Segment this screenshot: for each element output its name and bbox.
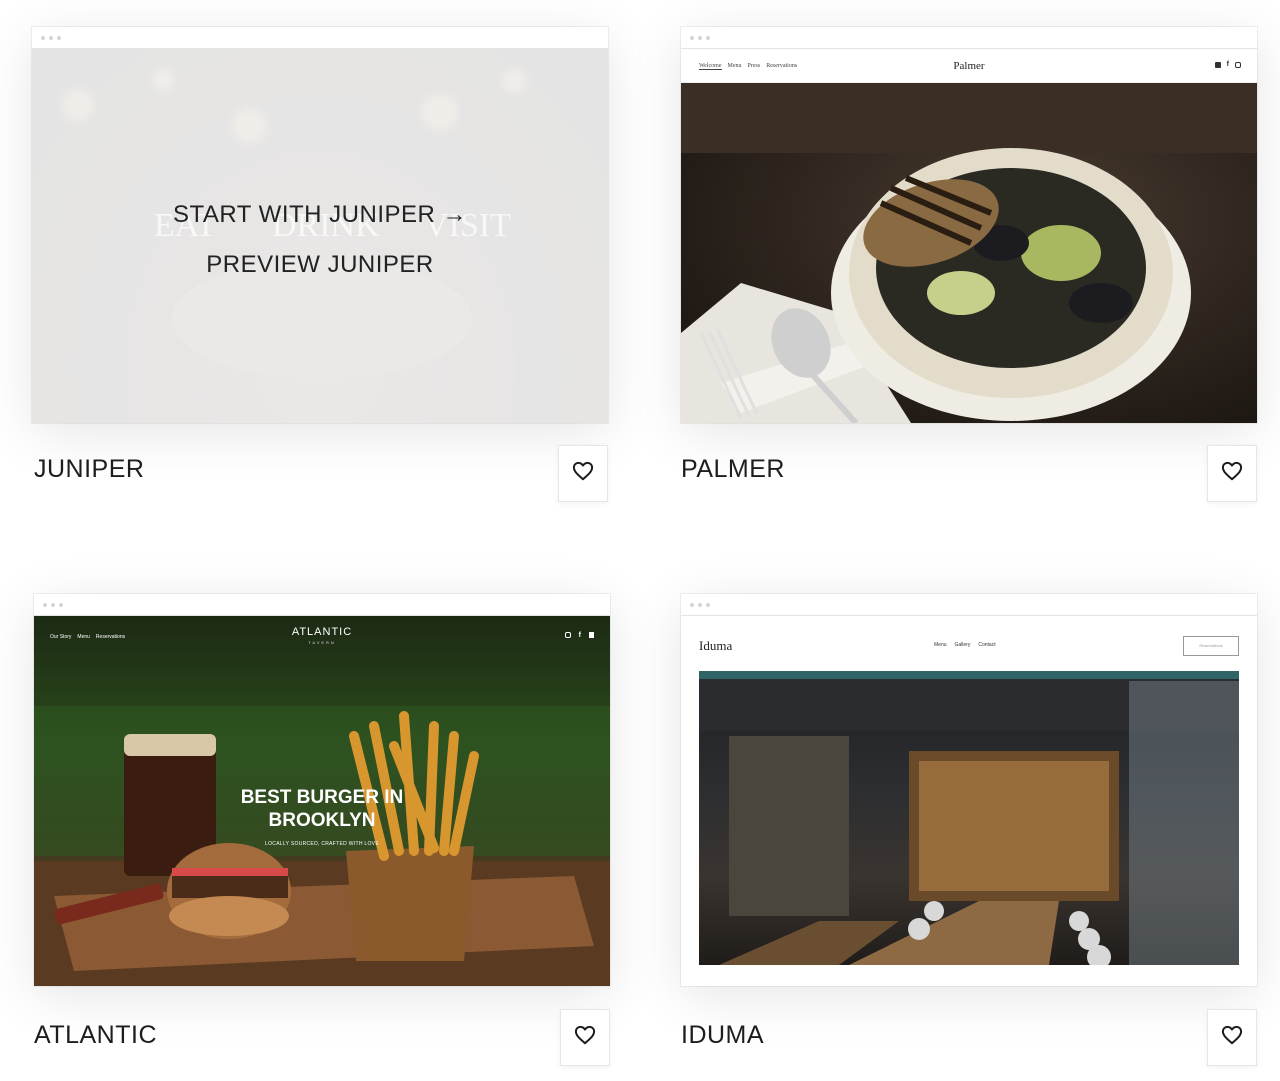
template-screenshot: Iduma Menu Gallery Contact Reservations [681,616,1257,986]
template-screenshot: Our Story Menu Reservations ATLANTIC TAV… [34,616,610,986]
template-name: JUNIPER [34,455,145,483]
browser-chrome [681,27,1257,49]
heart-icon [574,1025,596,1050]
window-dot [57,35,61,40]
preview-template-link[interactable]: PREVIEW JUNIPER [32,251,608,279]
site-nav-item: Gallery [954,642,971,648]
start-with-template-link[interactable]: START WITH JUNIPER → [32,201,608,229]
heart-icon [1221,461,1243,486]
template-screenshot: Welcome Menu Press Reservations Palmer f [681,49,1257,423]
iduma-photo [699,671,1239,965]
browser-chrome [681,594,1257,616]
favorite-button[interactable] [560,1009,610,1066]
hero-subline: LOCALLY SOURCED, CRAFTED WITH LOVE [265,841,379,847]
instagram-icon [1235,62,1241,68]
window-dot [51,602,55,607]
site-header: Welcome Menu Press Reservations Palmer f [681,49,1257,83]
site-nav-item: Contact [978,642,996,648]
site-brand: Iduma [699,638,733,653]
template-preview-frame[interactable]: EAT DRINK VISIT START WITH JUNIPER → PRE… [32,27,608,423]
site-brand: ATLANTIC [291,626,353,638]
window-dot [49,35,53,40]
instagram-icon [564,632,571,638]
template-preview-frame[interactable]: Our Story Menu Reservations ATLANTIC TAV… [34,594,610,986]
window-dot [706,35,710,40]
template-name: PALMER [681,455,785,483]
window-dot [690,35,694,40]
yelp-icon [1214,62,1221,68]
site-cta-button: Reservations [1183,636,1239,656]
template-name: IDUMA [681,1021,765,1049]
template-preview-frame[interactable]: Iduma Menu Gallery Contact Reservations [681,594,1257,986]
window-dot [41,35,45,40]
heart-icon [1221,1025,1243,1050]
window-dot [698,35,702,40]
site-brand: Palmer [953,60,985,72]
window-dot [706,602,710,607]
favorite-button[interactable] [1207,445,1257,502]
template-screenshot: EAT DRINK VISIT START WITH JUNIPER → PRE… [32,49,608,423]
window-dot [59,602,63,607]
template-name: ATLANTIC [34,1021,157,1049]
favorite-button[interactable] [1207,1009,1257,1066]
browser-chrome [32,27,608,49]
hover-actions: START WITH JUNIPER → PREVIEW JUNIPER [32,201,608,301]
window-dot [43,602,47,607]
facebook-icon: f [578,632,581,639]
favorite-button[interactable] [558,445,608,502]
site-nav-item: Menu [934,642,947,648]
template-preview-frame[interactable]: Welcome Menu Press Reservations Palmer f [681,27,1257,423]
heart-icon [572,461,594,486]
site-brand-sub: TAVERN [308,640,336,645]
facebook-icon: f [1226,61,1229,68]
yelp-icon [589,632,594,638]
window-dot [690,602,694,607]
browser-chrome [34,594,610,616]
hero-headline: BEST BURGER IN BROOKLYN [240,787,404,831]
window-dot [698,602,702,607]
palmer-photo [681,83,1257,423]
